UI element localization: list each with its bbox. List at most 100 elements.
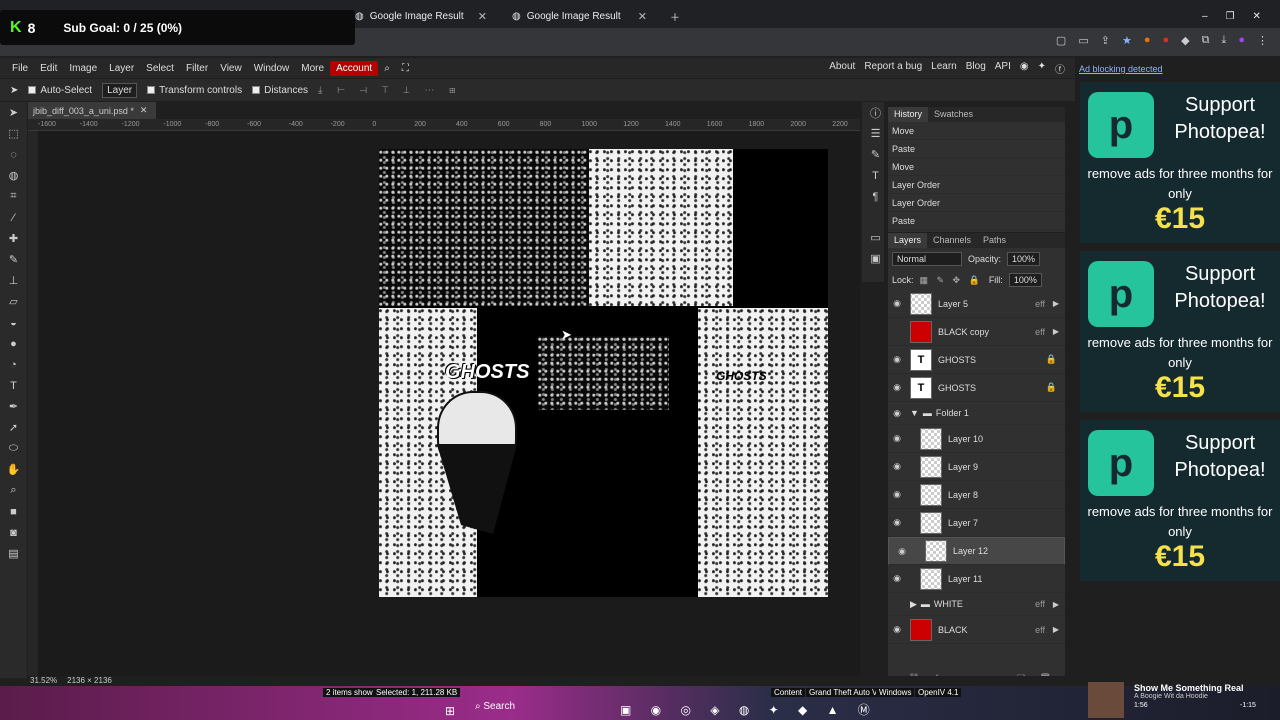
menu-about[interactable]: About — [829, 61, 855, 76]
collapse-icon[interactable]: ▼ — [910, 408, 919, 418]
ad-banner[interactable]: p Support Photopea! remove ads for three… — [1080, 251, 1280, 412]
menu-edit[interactable]: Edit — [34, 61, 63, 76]
adjust-icon[interactable]: ☰ — [862, 123, 889, 144]
windows-start-icon[interactable]: ⊞ — [445, 704, 455, 718]
eye-icon[interactable]: ◉ — [888, 489, 906, 500]
eye-icon[interactable]: ◉ — [888, 298, 906, 309]
tab-channels[interactable]: Channels — [927, 233, 977, 248]
taskbar-content[interactable]: Content — [771, 688, 806, 697]
eye-icon[interactable]: ◉ — [888, 573, 906, 584]
distances-checkbox[interactable]: Distances — [252, 85, 308, 96]
facebook-icon[interactable]: ⓕ — [1055, 61, 1065, 76]
extension-icon[interactable]: ● — [1162, 34, 1169, 47]
blend-mode-select[interactable]: Normal — [892, 252, 962, 266]
eye-icon[interactable]: ◉ — [888, 433, 906, 444]
shape-icon[interactable]: ⬭ — [0, 438, 27, 459]
healing-icon[interactable]: ✚ — [0, 228, 27, 249]
screen-mode-icon[interactable]: ▤ — [0, 543, 27, 564]
crop-icon[interactable]: ⌗ — [0, 186, 27, 207]
layer-row[interactable]: ◉ Layer 9 — [888, 453, 1065, 481]
bookmark-icon[interactable]: ▢ — [1056, 34, 1066, 47]
menu-layer[interactable]: Layer — [103, 61, 140, 76]
menu-account[interactable]: Account — [330, 60, 379, 76]
download-icon[interactable]: ⤓ — [1221, 34, 1226, 47]
lock-icons[interactable]: ▦ ✎ ✥ 🔒 — [920, 275, 983, 286]
document-canvas[interactable]: GHOSTS GHOSTS — [379, 149, 828, 597]
minimize-icon[interactable]: – — [1202, 11, 1208, 22]
share-icon[interactable]: ⇪ — [1101, 34, 1110, 47]
history-item[interactable]: Paste — [888, 140, 1065, 158]
transform-controls-checkbox[interactable]: Transform controls — [147, 85, 242, 96]
tab-history[interactable]: History — [888, 107, 929, 122]
eye-icon[interactable]: ◉ — [888, 624, 906, 635]
tab-paths[interactable]: Paths — [977, 233, 1012, 248]
fullscreen-icon[interactable]: ⛶ — [396, 61, 415, 76]
layer-row[interactable]: ◉ T GHOSTS 🔒 — [888, 346, 1065, 374]
more-icon[interactable]: ⋮ — [1257, 34, 1268, 47]
menu-filter[interactable]: Filter — [180, 61, 214, 76]
eye-icon[interactable]: ◉ — [893, 546, 911, 557]
marquee-icon[interactable]: ⬚ — [0, 123, 27, 144]
color-swatch-icon[interactable]: ■ — [0, 501, 27, 522]
close-window-icon[interactable]: ✕ — [1253, 11, 1261, 22]
menu-blog[interactable]: Blog — [966, 61, 986, 76]
eye-icon[interactable]: ◉ — [888, 382, 906, 393]
eye-icon[interactable]: ◉ — [888, 354, 906, 365]
expand-icon[interactable]: ▶ — [910, 599, 917, 610]
layer-row[interactable]: BLACK copy eff ▶ — [888, 318, 1065, 346]
character-icon[interactable]: T — [862, 165, 889, 186]
expand-icon[interactable]: ▶ — [1053, 327, 1059, 336]
css-icon[interactable]: ▭ — [862, 227, 889, 248]
path-select-icon[interactable]: ➚ — [0, 417, 27, 438]
zoom-level[interactable]: 31.52% — [30, 676, 57, 686]
reddit-icon[interactable]: ◉ — [1020, 61, 1029, 76]
browser-tab[interactable]: ◍ Google Image Result ✕ — [345, 4, 497, 28]
taskbar-app-icons[interactable]: ▣ ◉ ◎ ◈ ◍ ✦ ◆ ▲ Ⓜ — [620, 701, 878, 718]
puzzle-icon[interactable]: ⧉ — [1202, 34, 1210, 47]
history-item[interactable]: Layer Order — [888, 194, 1065, 212]
extension-icon[interactable]: ● — [1144, 34, 1151, 47]
maximize-icon[interactable]: ❐ — [1226, 11, 1235, 22]
align-icons[interactable]: ⤓ ⊢ ⊣ ⊤ ⊥ ⋯ ⊞ — [318, 85, 462, 96]
page-icon[interactable]: ▭ — [1078, 34, 1088, 47]
fill-input[interactable]: 100% — [1008, 273, 1042, 287]
window-controls[interactable]: – ❐ ✕ — [1192, 4, 1271, 28]
history-item[interactable]: Move — [888, 158, 1065, 176]
avatar[interactable]: ● — [1238, 34, 1245, 47]
folder-row[interactable]: ◉ ▼ ▬ Folder 1 — [888, 402, 1065, 425]
layer-select[interactable]: Layer — [102, 82, 138, 98]
layer-row[interactable]: ◉ Layer 10 — [888, 425, 1065, 453]
close-icon[interactable]: ✕ — [478, 10, 487, 23]
taskbar-gta[interactable]: Grand Theft Auto V — [806, 688, 881, 697]
ad-banner[interactable]: p Support Photopea! remove ads for three… — [1080, 82, 1280, 243]
twitter-icon[interactable]: ✦ — [1038, 61, 1046, 76]
menu-window[interactable]: Window — [248, 61, 296, 76]
quick-select-icon[interactable]: ◍ — [0, 165, 27, 186]
menu-api[interactable]: API — [995, 61, 1011, 76]
layer-row[interactable]: ◉ T GHOSTS 🔒 — [888, 374, 1065, 402]
opacity-input[interactable]: 100% — [1007, 252, 1041, 266]
close-icon[interactable]: ✕ — [140, 105, 148, 116]
eraser-icon[interactable]: ▱ — [0, 291, 27, 312]
menu-learn[interactable]: Learn — [931, 61, 957, 76]
history-item[interactable]: Paste — [888, 212, 1065, 230]
history-item[interactable]: Move — [888, 122, 1065, 140]
menu-image[interactable]: Image — [63, 61, 103, 76]
layer-row[interactable]: ◉ Layer 7 — [888, 509, 1065, 537]
taskbar-windows[interactable]: Windows — [876, 688, 915, 697]
menu-select[interactable]: Select — [140, 61, 180, 76]
eye-icon[interactable]: ◉ — [888, 517, 906, 528]
brush-icon[interactable]: ✎ — [0, 249, 27, 270]
layer-row[interactable]: ◉ BLACK eff ▶ — [888, 616, 1065, 644]
hand-icon[interactable]: ✋ — [0, 459, 27, 480]
zoom-icon[interactable]: ⌕ — [0, 480, 27, 501]
expand-icon[interactable]: ▶ — [1053, 600, 1059, 609]
layer-row-selected[interactable]: ◉ Layer 12 — [888, 537, 1065, 565]
eyedropper-icon[interactable]: ⁄ — [0, 207, 27, 228]
menu-file[interactable]: File — [6, 61, 34, 76]
star-icon[interactable]: ★ — [1122, 34, 1132, 47]
extension-icon[interactable]: ◆ — [1181, 34, 1189, 47]
brush-panel-icon[interactable]: ✎ — [862, 144, 889, 165]
eye-icon[interactable]: ◉ — [888, 408, 906, 419]
search-icon[interactable]: ⌕ — [378, 61, 396, 76]
